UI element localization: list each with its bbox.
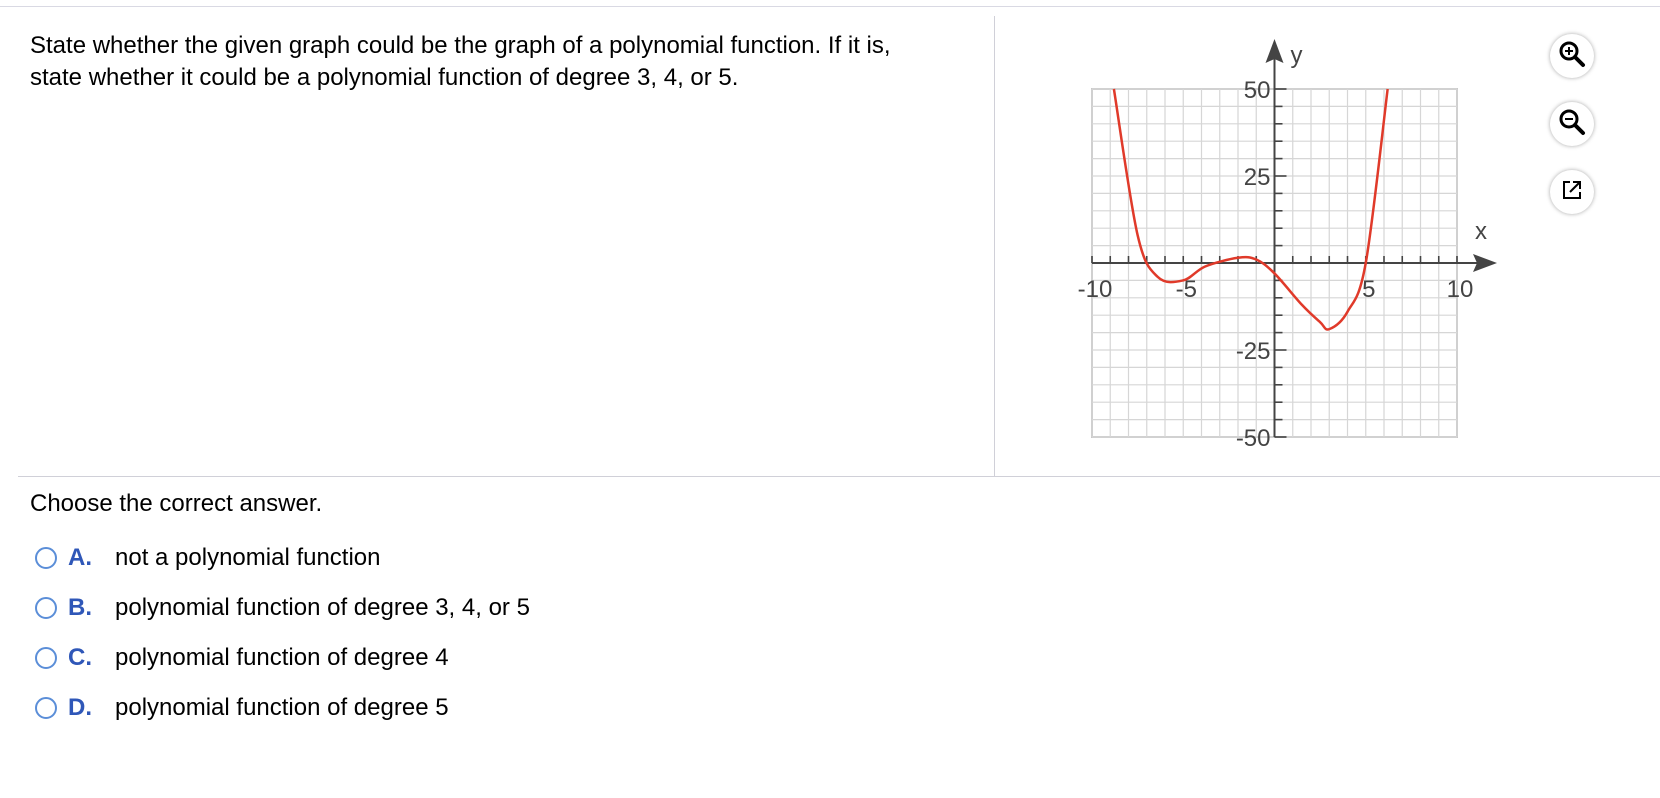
choice-b[interactable]: B. polynomial function of degree 3, 4, o… (30, 588, 530, 628)
y-axis-label: y (1291, 42, 1303, 69)
zoom-in-icon (1557, 39, 1587, 74)
question-line-1: State whether the given graph could be t… (30, 32, 891, 59)
choice-d-letter: D. (68, 694, 92, 721)
external-link-icon (1559, 177, 1585, 208)
zoom-out-icon (1557, 107, 1587, 142)
top-rule (0, 6, 1660, 7)
choice-d[interactable]: D. polynomial function of degree 5 (30, 688, 449, 728)
graph-svg: -10 -5 5 105025-25-50xy (1078, 39, 1497, 452)
question-text: State whether the given graph could be t… (30, 30, 980, 94)
radio-d[interactable] (35, 697, 57, 719)
polynomial-graph: -10 -5 5 10 50 25 -25 -50 x y (1060, 38, 1500, 458)
zoom-in-button[interactable] (1550, 34, 1594, 78)
choice-b-text: polynomial function of degree 3, 4, or 5 (115, 594, 530, 621)
x-tick-label: 10 (1447, 276, 1474, 303)
y-tick-label: -50 (1236, 425, 1271, 452)
zoom-out-button[interactable] (1550, 102, 1594, 146)
question-line-2: state whether it could be a polynomial f… (30, 64, 739, 91)
radio-a[interactable] (35, 547, 57, 569)
choice-c-letter: C. (68, 644, 92, 671)
choice-c[interactable]: C. polynomial function of degree 4 (30, 638, 449, 678)
x-tick-label: -10 (1078, 276, 1113, 303)
answer-prompt: Choose the correct answer. (30, 490, 323, 517)
choice-a[interactable]: A. not a polynomial function (30, 538, 381, 578)
y-tick-label: 25 (1244, 164, 1271, 191)
y-tick-label: -25 (1236, 338, 1271, 365)
choice-c-text: polynomial function of degree 4 (115, 644, 449, 671)
x-tick-label: 5 (1362, 276, 1375, 303)
choice-a-text: not a polynomial function (115, 544, 381, 571)
choice-a-letter: A. (68, 544, 92, 571)
choice-d-text: polynomial function of degree 5 (115, 694, 449, 721)
section-divider (18, 476, 1660, 477)
x-axis-label: x (1475, 218, 1487, 245)
question-pane: State whether the given graph could be t… (18, 16, 993, 476)
popout-button[interactable] (1550, 170, 1594, 214)
radio-b[interactable] (35, 597, 57, 619)
pane-divider (994, 16, 995, 476)
y-tick-label: 50 (1244, 77, 1271, 104)
choice-b-letter: B. (68, 594, 92, 621)
radio-c[interactable] (35, 647, 57, 669)
